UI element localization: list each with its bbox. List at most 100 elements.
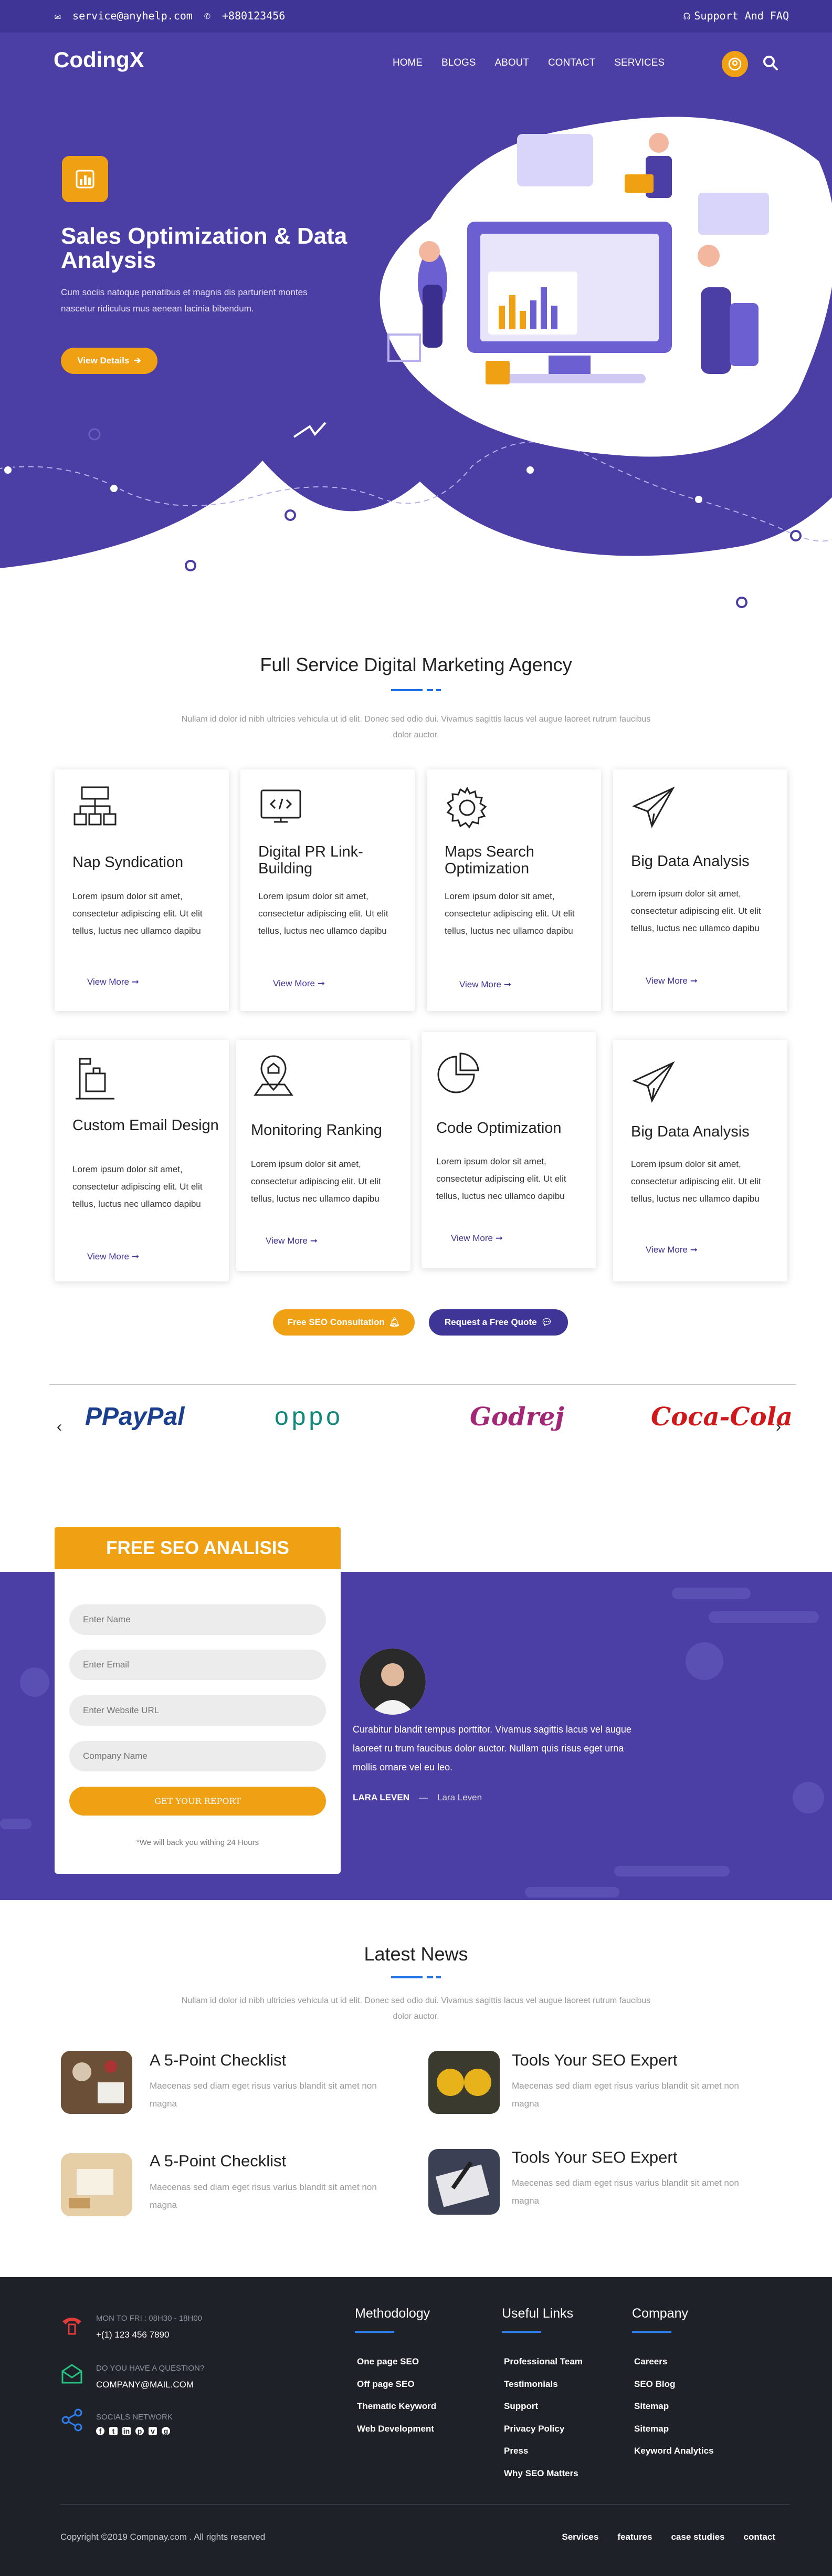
- support-link[interactable]: Support And FAQ: [694, 9, 789, 22]
- footer-useful-links-title: Useful Links: [502, 2306, 574, 2321]
- service-card: Big Data Analysis Lorem ipsum dolor sit …: [613, 769, 787, 1011]
- nav-item-services[interactable]: SERVICES: [614, 57, 665, 69]
- services-description: Nullam id dolor id nibh ultricies vehicu…: [181, 715, 651, 740]
- linkedin-icon[interactable]: in: [122, 2427, 131, 2435]
- view-more-link[interactable]: View More ➞: [646, 976, 698, 986]
- card-title: Maps Search Optimization: [445, 843, 534, 877]
- card-text: Lorem ipsum dolor sit amet, consectetur …: [258, 891, 388, 936]
- view-more-link[interactable]: View More ➞: [266, 1236, 318, 1246]
- github-icon[interactable]: g: [162, 2427, 170, 2435]
- website-url-input[interactable]: [69, 1695, 326, 1726]
- service-card: Maps Search Optimization Lorem ipsum dol…: [427, 769, 601, 1011]
- email-input[interactable]: [69, 1650, 326, 1680]
- topbar-email[interactable]: service@anyhelp.com: [72, 9, 193, 22]
- company-name-input[interactable]: [69, 1741, 326, 1771]
- card-title: Code Optimization: [436, 1120, 562, 1136]
- footer-link[interactable]: Support: [504, 2395, 583, 2418]
- footer-link[interactable]: Off page SEO: [357, 2373, 436, 2396]
- news-title-item: A 5-Point Checklist: [150, 2152, 287, 2170]
- news-title: Latest News: [364, 1943, 468, 1965]
- phone-icon: [60, 2314, 83, 2338]
- footer-underline: [502, 2331, 541, 2333]
- logo[interactable]: CodingX: [54, 47, 144, 72]
- view-more-link[interactable]: View More ➞: [646, 1245, 698, 1255]
- service-card: Big Data Analysis Lorem ipsum dolor sit …: [613, 1040, 787, 1281]
- view-more-link[interactable]: View More ➞: [459, 979, 511, 990]
- news-title-item: Tools Your SEO Expert: [512, 2148, 678, 2166]
- footer-link[interactable]: Testimonials: [504, 2373, 583, 2396]
- footer-link[interactable]: Why SEO Matters: [504, 2463, 583, 2485]
- footer: MON TO FRI : 08H30 - 18H00 +(1) 123 456 …: [0, 2277, 832, 2576]
- news-thumbnail: [61, 2051, 132, 2114]
- twitter-icon[interactable]: t: [109, 2427, 118, 2435]
- card-text: Lorem ipsum dolor sit amet, consectetur …: [631, 1159, 761, 1204]
- footer-methodology-links: One page SEO Off page SEO Thematic Keywo…: [357, 2351, 436, 2440]
- carousel-prev-icon[interactable]: ‹: [57, 1418, 62, 1436]
- view-details-button[interactable]: View Details ➔: [61, 348, 157, 374]
- brand-logo-coca-cola: Coca-Cola: [651, 1402, 793, 1432]
- title-underline: [391, 689, 441, 691]
- nav-item-about[interactable]: ABOUT: [494, 57, 529, 69]
- seo-form: GET YOUR REPORT *We will back you within…: [55, 1569, 341, 1874]
- view-more-link[interactable]: View More ➞: [273, 978, 325, 989]
- footer-link[interactable]: Careers: [634, 2351, 713, 2373]
- name-input[interactable]: [69, 1604, 326, 1635]
- nav-item-blogs[interactable]: BLOGS: [441, 57, 476, 69]
- testimonial-quote: Curabitur blandit tempus porttitor. Viva…: [353, 1724, 631, 1772]
- facebook-icon[interactable]: f: [96, 2427, 104, 2435]
- request-quote-button[interactable]: Request a Free Quote 💬︎: [429, 1309, 568, 1336]
- arrow-right-icon: ➔: [133, 356, 141, 366]
- footer-bottom-link[interactable]: contact: [744, 2532, 775, 2542]
- topbar-phone[interactable]: +880123456: [222, 9, 285, 22]
- top-bar: ✉ service@anyhelp.com ✆ +880123456 ☊ Sup…: [0, 0, 832, 33]
- footer-bottom-link[interactable]: Services: [562, 2532, 598, 2542]
- footer-link[interactable]: SEO Blog: [634, 2373, 713, 2396]
- footer-link[interactable]: Keyword Analytics: [634, 2440, 713, 2463]
- nav-item-contact[interactable]: CONTACT: [548, 57, 595, 69]
- footer-link[interactable]: Professional Team: [504, 2351, 583, 2373]
- footer-phone[interactable]: +(1) 123 456 7890: [96, 2330, 169, 2340]
- hero: Sales Optimization & Data Analysis Cum s…: [0, 98, 832, 618]
- view-more-link[interactable]: View More ➞: [87, 977, 139, 987]
- news-text: Maecenas sed diam eget risus varius blan…: [512, 2081, 739, 2109]
- service-card: Nap Syndication Lorem ipsum dolor sit am…: [55, 769, 229, 1011]
- search-icon[interactable]: [762, 55, 779, 74]
- footer-email[interactable]: COMPANY@MAIL.COM: [96, 2380, 194, 2390]
- news-underline: [391, 1976, 441, 1978]
- vimeo-icon[interactable]: v: [149, 2427, 157, 2435]
- footer-link[interactable]: Press: [504, 2440, 583, 2463]
- view-more-link[interactable]: View More ➞: [451, 1233, 503, 1244]
- footer-useful-links: Professional Team Testimonials Support P…: [504, 2351, 583, 2485]
- map-pin-icon: [251, 1053, 296, 1098]
- footer-divider: [60, 2504, 790, 2505]
- pinterest-icon[interactable]: p: [135, 2427, 144, 2435]
- footer-link[interactable]: Web Development: [357, 2418, 436, 2441]
- user-icon[interactable]: [722, 51, 748, 77]
- free-seo-consultation-button[interactable]: Free SEO Consultation 🔔︎: [273, 1309, 415, 1336]
- share-icon: [60, 2408, 83, 2434]
- footer-link[interactable]: Thematic Keyword: [357, 2395, 436, 2418]
- footer-link[interactable]: One page SEO: [357, 2351, 436, 2373]
- footer-bottom-link[interactable]: case studies: [671, 2532, 724, 2542]
- testimonial-name: LARA LEVEN: [353, 1792, 409, 1802]
- brands-divider: [49, 1384, 796, 1385]
- footer-link[interactable]: Privacy Policy: [504, 2418, 583, 2441]
- phone-icon: ✆: [204, 9, 210, 22]
- news-text: Maecenas sed diam eget risus varius blan…: [512, 2178, 739, 2206]
- footer-underline: [632, 2331, 671, 2333]
- news-title-item: Tools Your SEO Expert: [512, 2051, 678, 2069]
- nav-item-home[interactable]: HOME: [393, 57, 423, 69]
- sitemap-icon: [72, 785, 118, 830]
- card-title: Nap Syndication: [72, 854, 184, 871]
- service-card: Digital PR Link-Building Lorem ipsum dol…: [240, 769, 415, 1011]
- get-report-button[interactable]: GET YOUR REPORT: [69, 1787, 326, 1816]
- envelope-icon: ✉: [55, 9, 61, 22]
- footer-bottom-link[interactable]: features: [617, 2532, 652, 2542]
- footer-link[interactable]: Sitemap: [634, 2395, 713, 2418]
- card-title: Digital PR Link-Building: [258, 843, 363, 877]
- news-title-item: A 5-Point Checklist: [150, 2051, 287, 2069]
- hero-title: Sales Optimization & Data Analysis: [61, 223, 347, 274]
- card-title: Custom Email Design: [72, 1117, 219, 1134]
- footer-link[interactable]: Sitemap: [634, 2418, 713, 2441]
- view-more-link[interactable]: View More ➞: [87, 1252, 139, 1262]
